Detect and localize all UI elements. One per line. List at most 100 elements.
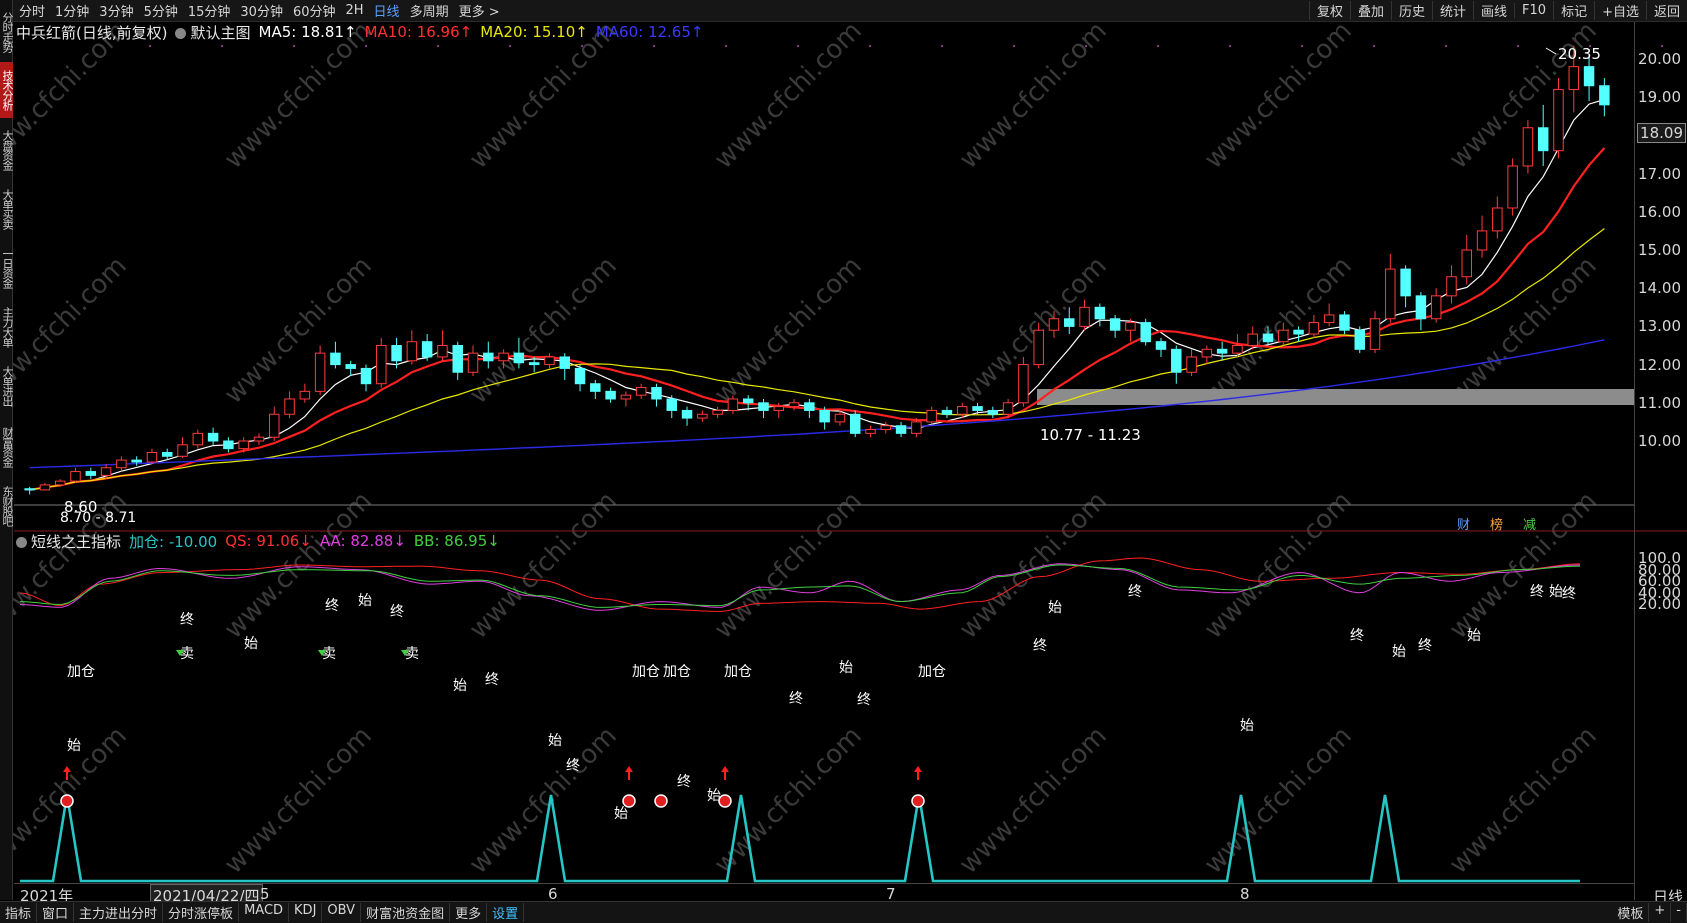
candle[interactable] [467,345,479,377]
template-button-2[interactable]: - [1671,903,1687,922]
tool-button-2[interactable]: 历史 [1390,1,1432,20]
candle[interactable] [1171,345,1182,384]
side-tab-2[interactable]: 大盘资金 [0,122,13,178]
candle[interactable] [1522,120,1534,174]
candle[interactable] [253,433,265,445]
candle[interactable] [926,406,937,426]
candle[interactable] [1369,311,1381,354]
candle[interactable] [681,406,693,426]
candle[interactable] [849,410,861,438]
tool-button-1[interactable]: 叠加 [1349,1,1391,20]
tool-button-6[interactable]: 标记 [1553,1,1594,20]
template-button-0[interactable]: 模板 [1612,903,1650,922]
candle[interactable] [895,421,907,438]
chart-area[interactable]: www.cfchi.com www.cfchi.com www.cfchi.com w… [0,0,1687,923]
candle[interactable] [146,448,158,464]
candle[interactable] [177,437,188,459]
candle[interactable] [666,395,677,419]
candle[interactable] [1339,311,1350,335]
candle[interactable] [269,406,280,441]
candle[interactable] [1186,349,1197,377]
candle[interactable] [651,383,662,407]
period-tab-5[interactable]: 30分钟 [235,1,288,20]
side-tab-7[interactable]: 财富资金 [0,418,13,476]
candle[interactable] [437,330,448,361]
indicator-selector[interactable]: 短线之王指标 [16,531,121,552]
candle[interactable] [1415,292,1427,331]
tool-button-8[interactable]: 返回 [1645,1,1687,20]
candle[interactable] [635,383,647,399]
candle[interactable] [1492,196,1503,239]
candle[interactable] [758,398,769,419]
tool-button-4[interactable]: 画线 [1473,1,1514,20]
candle[interactable] [574,364,586,392]
period-tab-7[interactable]: 2H [341,3,369,18]
candle[interactable] [819,406,830,430]
indicator-tab-1[interactable]: 窗口 [37,903,75,922]
candle[interactable] [299,383,311,403]
candle[interactable] [1018,356,1029,407]
candle[interactable] [1461,234,1472,285]
candle[interactable] [620,391,632,407]
period-tab-1[interactable]: 1分钟 [50,1,94,20]
side-tab-0[interactable]: 分时走势 [0,5,13,58]
candle[interactable] [39,483,51,491]
indicator-tab-8[interactable]: 更多 [450,903,488,922]
candle[interactable] [880,421,892,434]
tool-button-3[interactable]: 统计 [1432,1,1473,20]
candle[interactable] [1109,314,1121,338]
candle[interactable] [559,353,570,380]
candle[interactable] [987,406,999,419]
tool-button-0[interactable]: 复权 [1308,1,1350,20]
indicator-tab-3[interactable]: 分时涨停板 [163,903,240,922]
candle[interactable] [1476,215,1488,258]
template-selector[interactable]: 默认主图 [175,22,251,43]
candle[interactable] [314,345,326,396]
candle[interactable] [1125,318,1136,342]
candle[interactable] [330,341,341,369]
indicator-tab-6[interactable]: OBV [322,903,362,922]
candle[interactable] [1385,253,1396,323]
candle[interactable] [605,387,616,403]
candle[interactable] [1323,303,1335,327]
candle[interactable] [1354,326,1365,354]
candle[interactable] [865,425,876,438]
indicator-tab-7[interactable]: 财富池资金图 [361,903,451,922]
side-tab-1[interactable]: 技术分析 [0,62,13,118]
candle[interactable] [116,456,127,472]
candle[interactable] [223,437,234,453]
candle[interactable] [1537,104,1549,166]
tool-button-7[interactable]: +自选 [1594,1,1646,20]
candle[interactable] [1140,318,1151,346]
side-tab-8[interactable]: 东财股吧 [0,480,13,532]
candle[interactable] [1400,265,1411,308]
candle[interactable] [452,341,463,380]
stock-title[interactable]: 中兵红箭(日线,前复权) [16,22,167,43]
candle[interactable] [804,398,815,419]
template-button-1[interactable]: + [1649,903,1672,922]
candle[interactable] [712,406,723,419]
period-tab-6[interactable]: 60分钟 [288,1,341,20]
candle[interactable] [360,364,372,392]
candle[interactable] [406,330,418,365]
candle[interactable] [1446,265,1457,304]
indicator-tab-4[interactable]: MACD [239,903,290,922]
candle[interactable] [207,427,219,445]
indicator-tab-9[interactable]: 设置 [487,903,525,922]
candle[interactable] [590,379,601,399]
candle[interactable] [24,486,35,495]
candle[interactable] [1553,78,1564,159]
candle[interactable] [1079,299,1090,331]
period-tab-0[interactable]: 分时 [14,1,50,20]
side-tab-5[interactable]: 主力大单 [0,300,13,354]
side-tab-6[interactable]: 大单进出 [0,358,13,414]
period-tab-4[interactable]: 15分钟 [183,1,236,20]
candle[interactable] [1507,158,1518,216]
period-tab-9[interactable]: 多周期 [405,1,454,20]
candle[interactable] [70,467,81,484]
candle[interactable] [284,391,295,419]
side-tab-3[interactable]: 大单买卖 [0,182,13,236]
candle[interactable] [1430,288,1442,323]
period-tab-3[interactable]: 5分钟 [139,1,183,20]
candle[interactable] [941,406,953,419]
